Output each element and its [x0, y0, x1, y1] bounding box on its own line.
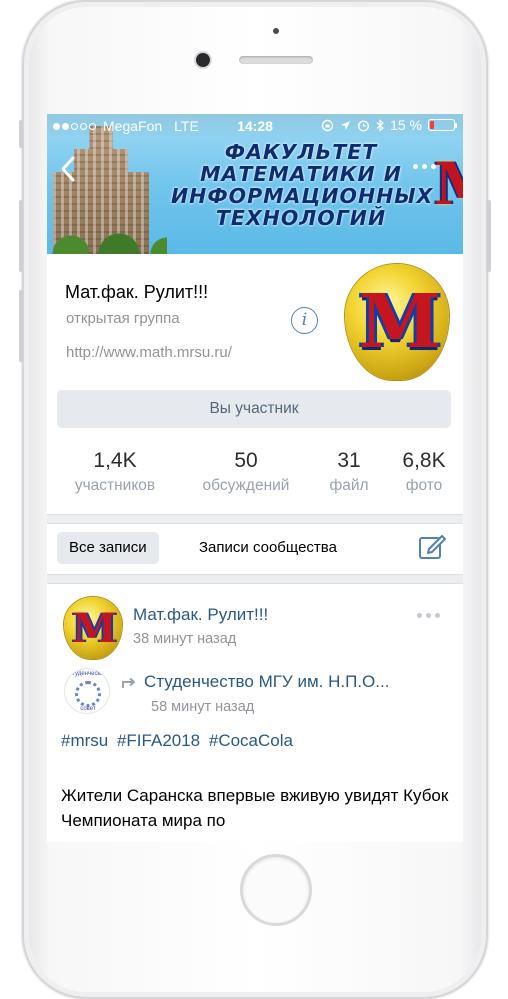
stat-value: 1,4K	[93, 449, 137, 472]
post-author-name[interactable]: Мат.фак. Рулит!!!	[133, 605, 268, 625]
repost-source-name[interactable]: Студенчество МГУ им. Н.П.О...	[144, 672, 444, 692]
info-icon[interactable]: i	[291, 307, 318, 334]
faculty-logo-icon: M	[72, 604, 116, 652]
repost-timestamp: 58 минут назад	[151, 699, 255, 715]
app-screen: ФАКУЛЬТЕТ МАТЕМАТИКИ И ИНФОРМАЦИОННЫХ ТЕ…	[47, 114, 463, 842]
post-timestamp: 38 минут назад	[133, 631, 237, 647]
group-name: Мат.фак. Рулит!!!	[65, 282, 209, 302]
group-website-link[interactable]: http://www.math.mrsu.ru/	[66, 344, 232, 361]
repost-arrow-icon	[122, 677, 135, 688]
group-cover: ФАКУЛЬТЕТ МАТЕМАТИКИ И ИНФОРМАЦИОННЫХ ТЕ…	[47, 114, 463, 254]
proximity-sensor	[273, 28, 279, 34]
stat-label: участников	[74, 477, 156, 494]
front-camera	[196, 53, 210, 67]
hashtag-link[interactable]: #CocaCola	[209, 731, 293, 750]
section-divider	[47, 574, 463, 584]
back-chevron-icon[interactable]	[59, 156, 77, 182]
post-text: Жители Саранска впервые вживую увидят Ку…	[61, 786, 449, 830]
location-arrow-icon	[341, 120, 351, 130]
more-options-icon[interactable]	[413, 158, 443, 174]
stat-photos[interactable]: 6,8K фото	[391, 448, 457, 498]
status-bar: MegaFon LTE 14:28 15 %	[47, 114, 463, 139]
mute-switch	[19, 120, 23, 148]
section-divider	[47, 514, 463, 524]
member-status-button[interactable]: Вы участник	[57, 390, 451, 428]
earpiece-speaker	[239, 56, 313, 64]
stat-label: фото	[405, 477, 443, 494]
stat-value: 50	[234, 449, 258, 472]
faculty-logo-icon: M	[359, 279, 441, 365]
volume-down-button	[19, 290, 23, 362]
compose-post-icon[interactable]	[417, 532, 447, 562]
home-button[interactable]	[240, 854, 312, 926]
tab-all-posts[interactable]: Все записи	[57, 532, 159, 564]
hashtag-link[interactable]: #FIFA2018	[117, 731, 200, 750]
post-author-avatar[interactable]: M	[64, 597, 122, 659]
stat-files[interactable]: 31 файл	[319, 448, 379, 498]
stat-value: 31	[337, 449, 361, 472]
alarm-icon	[358, 119, 370, 132]
trees-image	[47, 232, 167, 254]
cover-title: ФАКУЛЬТЕТ МАТЕМАТИКИ И ИНФОРМАЦИОННЫХ ТЕ…	[171, 140, 434, 230]
group-type: открытая группа	[66, 310, 180, 327]
battery-percent: 15 %	[390, 117, 422, 133]
stat-members[interactable]: 1,4K участников	[65, 448, 165, 498]
post-hashtags: #mrsu #FIFA2018 #CocaCola	[61, 731, 297, 751]
stat-value: 6,8K	[402, 449, 446, 472]
stat-label: файл	[329, 477, 369, 494]
stat-discussions[interactable]: 50 обсуждений	[187, 448, 305, 498]
post-more-icon[interactable]	[417, 613, 440, 618]
wall-filter-bar: Все записи Записи сообщества	[47, 524, 463, 572]
group-avatar[interactable]: M	[345, 264, 449, 380]
volume-up-button	[19, 200, 23, 272]
group-stats: 1,4K участников 50 обсуждений 31 файл 6,…	[47, 448, 463, 502]
rotation-lock-icon	[321, 119, 334, 131]
bluetooth-icon	[376, 118, 384, 132]
repost-source-avatar[interactable]: студенческий совет	[64, 668, 110, 714]
tab-community-posts[interactable]: Записи сообщества	[199, 532, 337, 564]
power-button	[487, 200, 491, 272]
stat-label: обсуждений	[202, 477, 290, 494]
hashtag-link[interactable]: #mrsu	[61, 731, 108, 750]
battery-icon	[428, 119, 457, 131]
